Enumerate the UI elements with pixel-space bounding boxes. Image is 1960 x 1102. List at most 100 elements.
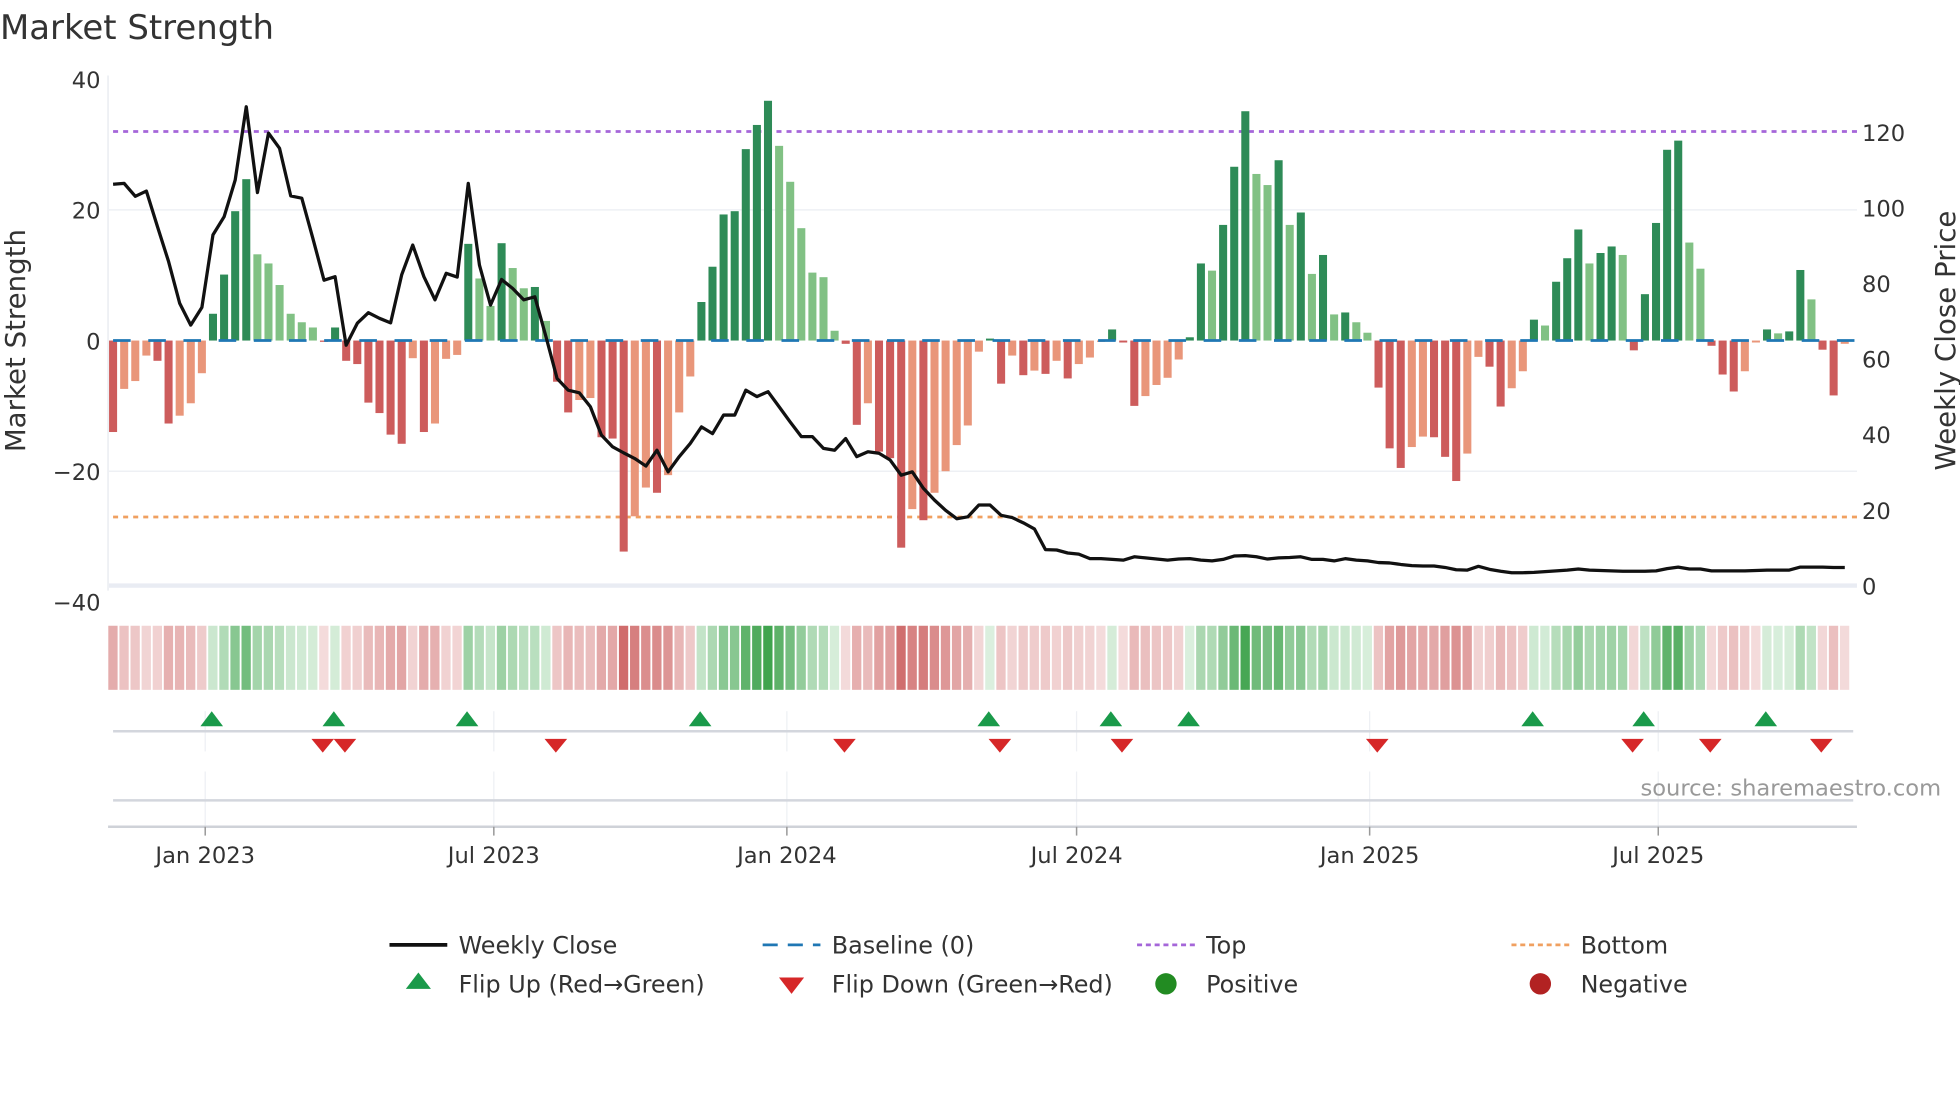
- x-tick-label: Jan 2023: [153, 843, 255, 869]
- strength-bar: [1230, 166, 1239, 341]
- heat-cell: [618, 625, 629, 690]
- heat-cell: [1751, 625, 1761, 690]
- heat-cell: [419, 625, 429, 690]
- strength-bar: [1663, 149, 1672, 341]
- heat-cell: [1273, 625, 1284, 690]
- flip-down-marker: [1621, 738, 1644, 753]
- strength-bar: [1163, 340, 1172, 378]
- heat-cell: [818, 625, 829, 690]
- flip-down-marker: [544, 738, 568, 753]
- heat-cell: [1240, 625, 1250, 690]
- flip-down-marker: [311, 738, 335, 753]
- strength-bar: [1363, 332, 1372, 341]
- strength-bar: [1496, 340, 1505, 407]
- strength-bar: [775, 145, 784, 341]
- strength-bar: [220, 274, 229, 341]
- flip-up-marker: [688, 711, 712, 727]
- strength-bar: [830, 330, 839, 341]
- strength-bar: [1818, 340, 1827, 350]
- heat-cell: [1828, 625, 1839, 690]
- legend-item: Baseline (0): [762, 932, 975, 960]
- strength-bar: [142, 340, 151, 356]
- heat-cell: [763, 625, 773, 690]
- legend-label: Negative: [1581, 971, 1688, 999]
- legend-label: Flip Down (Green→Red): [832, 971, 1113, 999]
- chart-title: Market Strength: [0, 8, 274, 47]
- strength-bar: [1030, 340, 1039, 371]
- x-tick-label: Jul 2023: [446, 843, 540, 869]
- heat-cell: [507, 625, 518, 690]
- heat-cell: [674, 625, 684, 690]
- heat-cell: [929, 625, 940, 690]
- heat-cell: [1651, 625, 1661, 690]
- strength-bar: [442, 340, 451, 359]
- heat-cell: [1307, 625, 1317, 690]
- heat-cell: [1107, 625, 1117, 690]
- heat-cell: [141, 625, 151, 690]
- legend-item: Negative: [1529, 971, 1688, 999]
- circle-icon: [1529, 973, 1552, 995]
- strength-bar: [886, 340, 895, 459]
- gridlines: [107, 75, 1857, 591]
- legend-label: Weekly Close: [459, 932, 618, 960]
- strength-bar: [786, 181, 795, 341]
- heat-cell: [1262, 625, 1273, 690]
- triangle-down-icon: [778, 977, 805, 994]
- strength-bar: [1052, 340, 1061, 361]
- strength-bar: [1318, 254, 1328, 341]
- legend-item: Weekly Close: [389, 932, 617, 960]
- legend-label: Positive: [1206, 971, 1298, 999]
- strength-bar: [530, 286, 539, 341]
- heat-cell: [152, 625, 163, 690]
- flip-down-marker: [1698, 738, 1722, 753]
- heat-cell: [1640, 625, 1650, 690]
- flip-up-marker: [322, 711, 346, 727]
- strength-bar: [1374, 340, 1383, 388]
- strength-bar: [464, 243, 473, 341]
- strength-bar: [1574, 229, 1583, 341]
- heat-cell: [1473, 625, 1483, 690]
- strength-bar: [1529, 319, 1538, 341]
- x-tick-label: Jul 2025: [1610, 843, 1704, 869]
- y2-tick-label: 40: [1862, 423, 1891, 449]
- heat-cell: [219, 625, 229, 690]
- heat-cell: [1606, 625, 1617, 690]
- heat-cell: [308, 625, 318, 690]
- strength-bar: [1796, 269, 1805, 341]
- strength-bar: [797, 228, 806, 341]
- heat-cell: [530, 625, 540, 690]
- heat-cell: [1484, 625, 1495, 690]
- heat-cell: [1185, 625, 1195, 690]
- strength-bar: [730, 211, 739, 341]
- heat-cell: [463, 625, 473, 690]
- strength-bar: [153, 340, 162, 361]
- legend-label: Baseline (0): [832, 932, 975, 960]
- strength-bar: [697, 302, 706, 341]
- y2-tick-label: 60: [1862, 348, 1891, 374]
- flip-up-marker: [1177, 711, 1200, 727]
- strength-bar: [386, 340, 395, 435]
- strength-bar: [508, 268, 517, 341]
- strength-bar: [1141, 340, 1150, 397]
- strength-bar: [120, 340, 129, 389]
- legend-label: Flip Up (Red→Green): [459, 971, 705, 999]
- heat-cell: [1717, 625, 1728, 690]
- heat-cell: [1340, 625, 1350, 690]
- heat-cell: [285, 625, 296, 690]
- strength-bar: [208, 313, 218, 341]
- heat-cell: [852, 625, 862, 690]
- strength-bar: [397, 340, 406, 444]
- strength-bar: [863, 340, 872, 404]
- strength-bar: [430, 340, 440, 424]
- strength-bar: [952, 340, 961, 446]
- strength-bar: [1685, 242, 1694, 341]
- strength-bar: [1108, 329, 1117, 341]
- heat-cell: [1573, 625, 1583, 690]
- strength-bar: [1696, 268, 1705, 341]
- heat-cell: [652, 625, 662, 690]
- legend-item: Positive: [1155, 971, 1298, 999]
- strength-bar: [486, 305, 495, 341]
- y2-tick-label: 0: [1862, 574, 1876, 600]
- heat-cell: [1495, 625, 1506, 690]
- heat-cell: [1085, 625, 1095, 690]
